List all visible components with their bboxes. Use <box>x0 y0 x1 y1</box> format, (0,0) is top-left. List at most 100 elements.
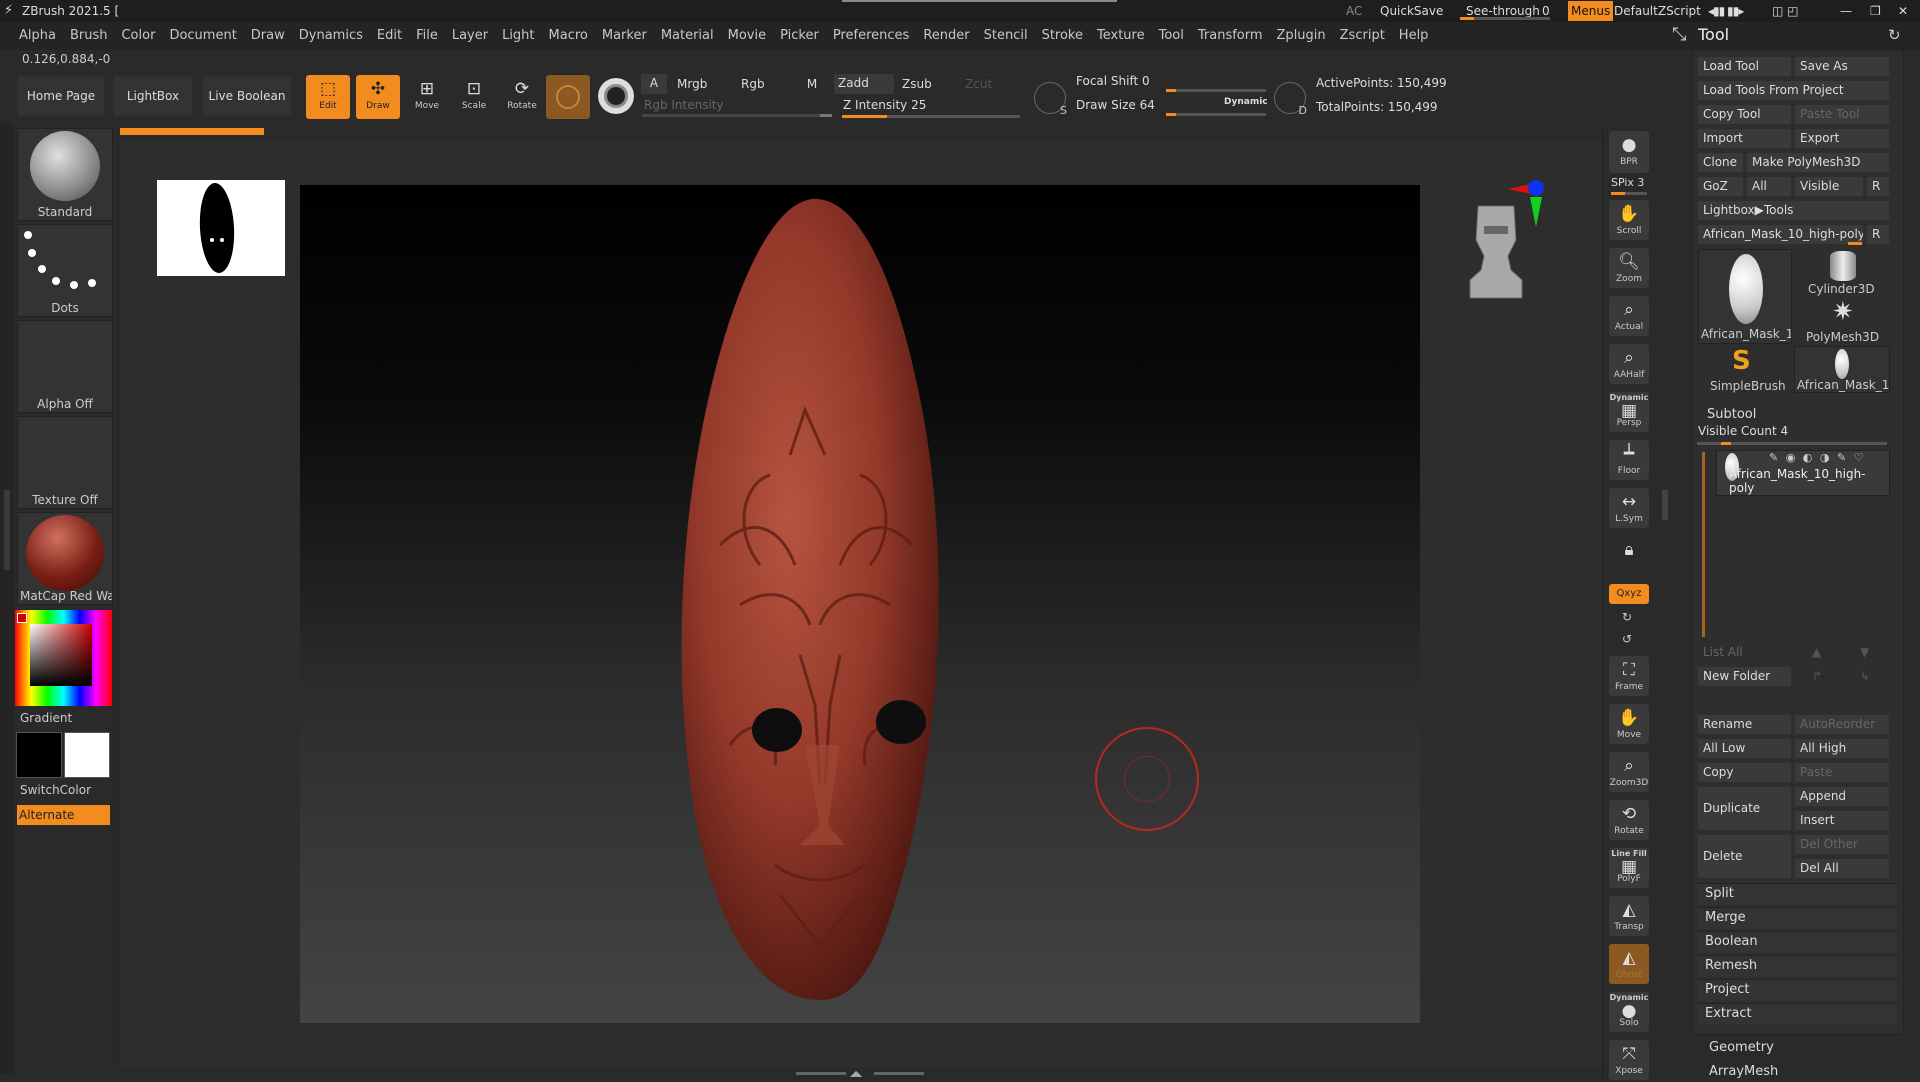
bottom-scroll-handle[interactable]: ◢◣ <box>796 1069 924 1078</box>
menu-tool[interactable]: Tool <box>1152 22 1191 50</box>
viewport-canvas[interactable] <box>300 185 1420 1023</box>
menu-stroke[interactable]: Stroke <box>1035 22 1090 50</box>
move-view-button[interactable]: ✋ Move <box>1609 704 1649 744</box>
scroll-button[interactable]: ✋ Scroll <box>1609 200 1649 240</box>
menu-color[interactable]: Color <box>114 22 162 50</box>
list-all-button[interactable]: List All <box>1697 642 1792 663</box>
menu-texture[interactable]: Texture <box>1090 22 1152 50</box>
goz-r-button[interactable]: R <box>1866 176 1890 197</box>
zcut-button[interactable]: Zcut <box>960 74 1020 94</box>
african-mask-model[interactable] <box>300 185 1420 1023</box>
z-intensity-slider-label[interactable]: Z Intensity 25 <box>843 98 926 112</box>
load-tool-button[interactable]: Load Tool <box>1697 56 1792 77</box>
geometry-section-header[interactable]: Geometry <box>1697 1038 1897 1058</box>
goz-all-button[interactable]: All <box>1746 176 1792 197</box>
project-section[interactable]: Project <box>1697 979 1897 1001</box>
main-color-swatch[interactable] <box>16 732 62 778</box>
actual-button[interactable]: ⌕ Actual <box>1609 296 1649 336</box>
brush-slot[interactable]: Standard <box>17 128 113 221</box>
menu-file[interactable]: File <box>409 22 445 50</box>
alpha-slot[interactable]: Alpha Off <box>17 320 113 413</box>
seethrough-slider[interactable] <box>1460 17 1550 20</box>
menu-macro[interactable]: Macro <box>542 22 595 50</box>
quicksave-button[interactable]: QuickSave <box>1380 0 1443 22</box>
color-square[interactable] <box>30 624 92 686</box>
menu-help[interactable]: Help <box>1392 22 1436 50</box>
move-mode-button[interactable]: ⊞ Move <box>405 75 449 119</box>
zadd-button[interactable]: Zadd <box>834 74 894 94</box>
menus-toggle-button[interactable]: Menus <box>1568 1 1614 21</box>
frame-button[interactable]: ⛶ Frame <box>1609 656 1649 696</box>
boolean-section[interactable]: Boolean <box>1697 931 1897 953</box>
subtool-list-scrollbar[interactable] <box>1702 452 1705 637</box>
layout-arrows-icon[interactable]: ◂▮▮ ▮▮▸ <box>1708 0 1744 22</box>
xpose-button[interactable]: ⤧ Xpose <box>1609 1040 1649 1080</box>
material-sphere-icon[interactable] <box>598 78 634 114</box>
right-tray-handle[interactable] <box>1662 490 1668 520</box>
split-section[interactable]: Split <box>1697 883 1897 905</box>
lock-button[interactable]: 🔒︎ <box>1609 536 1649 576</box>
arraymesh-section-header[interactable]: ArrayMesh <box>1697 1062 1897 1082</box>
s-spotlight-icon[interactable]: S <box>1034 82 1067 117</box>
secondary-color-swatch[interactable] <box>64 732 110 778</box>
dynamic-button[interactable]: Dynamic <box>1224 97 1268 107</box>
menu-material[interactable]: Material <box>654 22 721 50</box>
clone-button[interactable]: Clone <box>1697 152 1744 173</box>
ui-layout-icons[interactable]: ◫ ◰ <box>1772 0 1799 22</box>
tool-thumb-african-mask-2[interactable]: African_Mask_10 <box>1794 346 1890 393</box>
folder-down-icon[interactable]: ↳ <box>1860 669 1870 683</box>
all-low-button[interactable]: All Low <box>1697 738 1792 759</box>
visible-count-track[interactable] <box>1697 442 1887 445</box>
menu-preferences[interactable]: Preferences <box>826 22 916 50</box>
copy-subtool-button[interactable]: Copy <box>1697 762 1792 783</box>
transp-button[interactable]: ◭ Transp <box>1609 896 1649 936</box>
a-toggle-button[interactable]: A <box>641 74 667 94</box>
menu-transform[interactable]: Transform <box>1191 22 1270 50</box>
goz-visible-button[interactable]: Visible <box>1794 176 1864 197</box>
lightbox-button[interactable]: LightBox <box>113 76 193 116</box>
del-other-button[interactable]: Del Other <box>1794 834 1890 855</box>
lsym-button[interactable]: ↔ L.Sym <box>1609 488 1649 528</box>
current-tool-slider[interactable]: African_Mask_10_high-poly. <box>1697 224 1864 245</box>
duplicate-button[interactable]: Duplicate <box>1697 786 1792 831</box>
merge-section[interactable]: Merge <box>1697 907 1897 929</box>
goz-button[interactable]: GoZ <box>1697 176 1744 197</box>
menu-document[interactable]: Document <box>162 22 243 50</box>
menu-picker[interactable]: Picker <box>773 22 826 50</box>
menu-marker[interactable]: Marker <box>595 22 654 50</box>
solo-button[interactable]: Dynamic ● Solo <box>1609 992 1649 1032</box>
folder-up-icon[interactable]: ↱ <box>1812 669 1822 683</box>
insert-button[interactable]: Insert <box>1794 810 1890 831</box>
default-zscript-button[interactable]: DefaultZScript <box>1614 0 1701 22</box>
remesh-section[interactable]: Remesh <box>1697 955 1897 977</box>
persp-button[interactable]: Dynamic ▦ Persp <box>1609 392 1649 432</box>
xyz-axis-gizmo[interactable] <box>1506 175 1556 235</box>
menu-stencil[interactable]: Stencil <box>977 22 1035 50</box>
all-high-button[interactable]: All High <box>1794 738 1890 759</box>
subtool-item[interactable]: ✎ ◉ ◐ ◑ ✎ ♡ African_Mask_10_high-poly <box>1716 450 1890 496</box>
restore-icon[interactable]: ❐ <box>1870 0 1881 22</box>
menu-alpha[interactable]: Alpha <box>12 22 63 50</box>
menu-layer[interactable]: Layer <box>445 22 495 50</box>
xyz-rotation-button[interactable]: Qxyz <box>1609 584 1649 604</box>
make-polymesh3d-button[interactable]: Make PolyMesh3D <box>1746 152 1890 173</box>
paste-tool-button[interactable]: Paste Tool <box>1794 104 1890 125</box>
scale-mode-button[interactable]: ⊡ Scale <box>452 75 496 119</box>
d-lazy-icon[interactable]: D <box>1274 82 1307 117</box>
copy-tool-button[interactable]: Copy Tool <box>1697 104 1792 125</box>
del-all-button[interactable]: Del All <box>1794 858 1890 879</box>
home-page-button[interactable]: Home Page <box>17 76 105 116</box>
menu-light[interactable]: Light <box>495 22 541 50</box>
append-button[interactable]: Append <box>1794 786 1890 807</box>
rgb-intensity-slider[interactable] <box>642 114 832 117</box>
move-down-icon[interactable]: ▼ <box>1860 645 1869 659</box>
import-button[interactable]: Import <box>1697 128 1792 149</box>
brush-preview-button[interactable] <box>546 75 590 119</box>
tool-thumb-cylinder3d[interactable]: Cylinder3D <box>1794 249 1890 296</box>
menu-draw[interactable]: Draw <box>244 22 292 50</box>
gradient-label[interactable]: Gradient <box>20 711 72 725</box>
left-tray-handle[interactable] <box>4 490 10 570</box>
rotate-mode-button[interactable]: ⟳ Rotate <box>500 75 544 119</box>
current-tool-r-button[interactable]: R <box>1866 224 1890 245</box>
delete-button[interactable]: Delete <box>1697 834 1792 879</box>
